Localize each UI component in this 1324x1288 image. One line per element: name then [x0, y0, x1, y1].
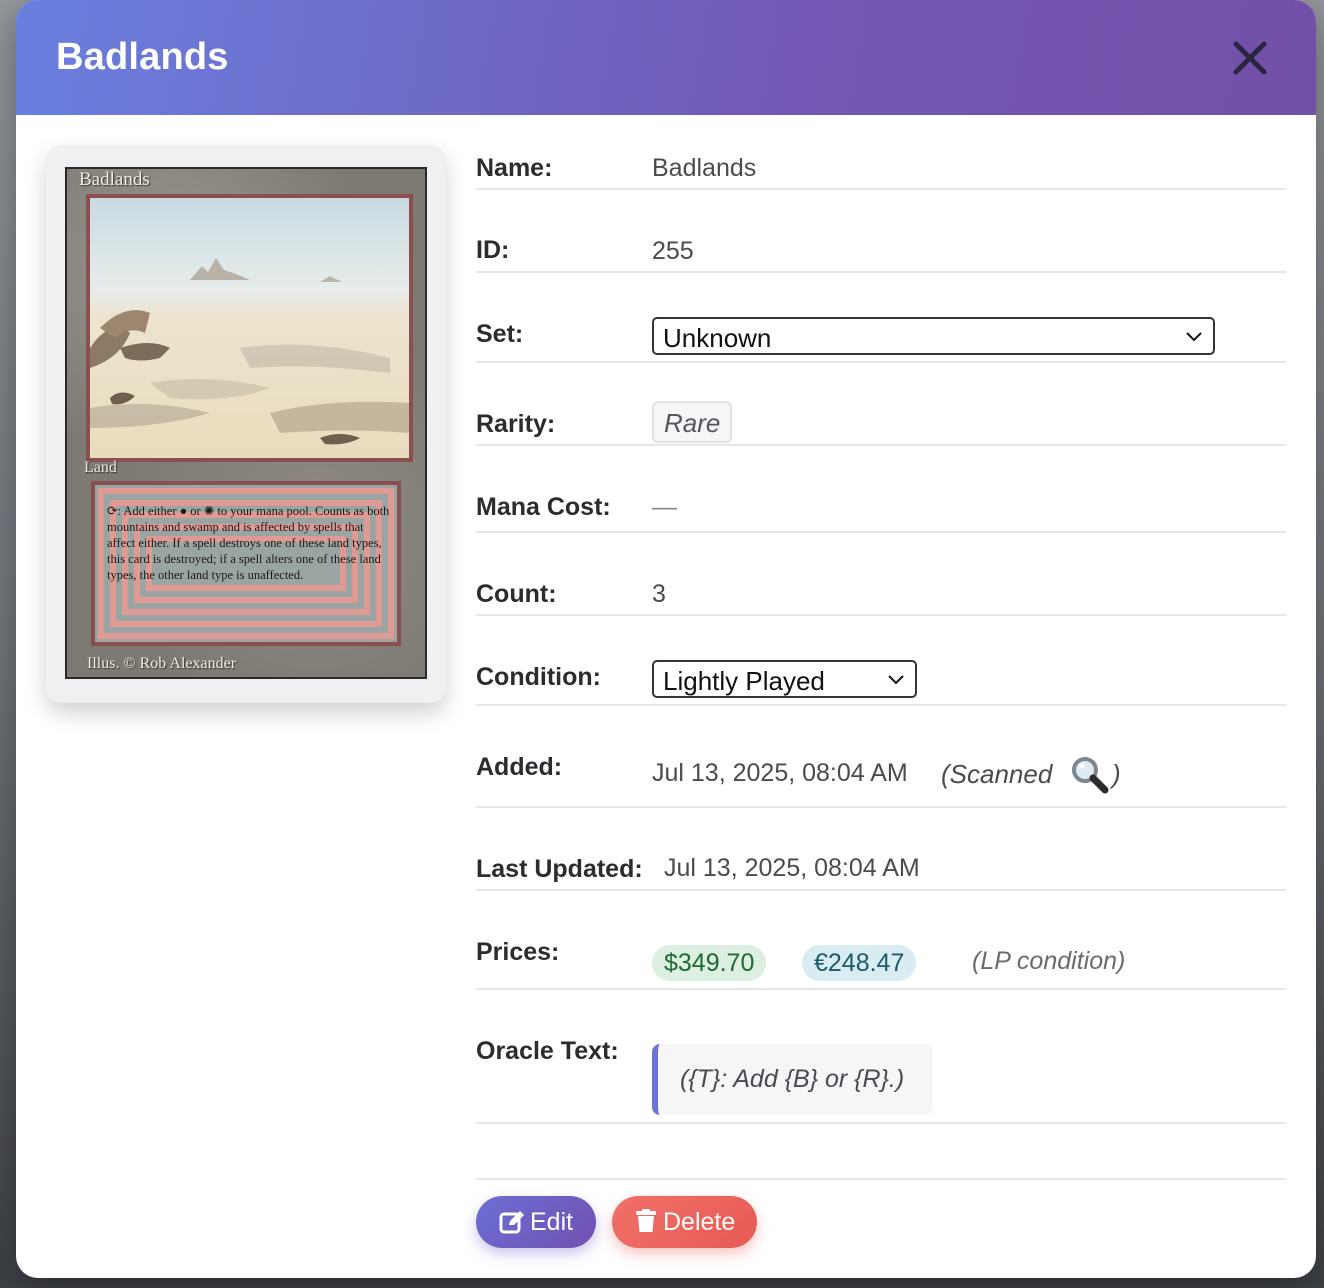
set-select[interactable]: Unknown [652, 317, 1215, 355]
card-image-frame: Badlands Land ⟳: Add either ● or ✺ to yo… [46, 145, 446, 703]
last-updated-label: Last Updated: [476, 855, 643, 883]
card-image-type: Land [84, 459, 117, 476]
magnifier-icon [1069, 754, 1109, 799]
id-value: 255 [652, 237, 694, 265]
added-scanned-note-end: ) [1112, 759, 1121, 789]
rarity-badge: Rare [652, 401, 733, 443]
price-condition-note: (LP condition) [972, 947, 1126, 975]
delete-button-label: Delete [663, 1208, 736, 1236]
card-image-name: Badlands [79, 169, 150, 190]
condition-label: Condition: [476, 663, 601, 691]
oracle-text-label: Oracle Text: [476, 1037, 619, 1065]
detail-row-set: Set: Unknown [476, 273, 1286, 363]
card-image: Badlands Land ⟳: Add either ● or ✺ to yo… [65, 167, 427, 679]
card-rules-box: ⟳: Add either ● or ✺ to your mana pool. … [91, 481, 401, 646]
card-illustrator: Illus. © Rob Alexander [87, 655, 237, 672]
detail-row-rarity: Rarity: Rare [476, 363, 1286, 446]
prices-label: Prices: [476, 938, 560, 966]
added-scanned-note: (Scanned [941, 759, 1053, 789]
eur-price-badge: €248.47 [802, 945, 917, 981]
mana-cost-value: — [652, 493, 677, 521]
condition-select-value: Lightly Played [663, 666, 825, 696]
name-label: Name: [476, 154, 553, 182]
detail-row-count: Count: 3 [476, 533, 1286, 616]
card-artwork [86, 194, 413, 462]
last-updated-value: Jul 13, 2025, 08:04 AM [664, 854, 920, 882]
added-value: Jul 13, 2025, 08:04 AM [652, 759, 908, 787]
condition-select[interactable]: Lightly Played [652, 660, 917, 698]
modal-header: Badlands [16, 0, 1316, 115]
trash-icon [636, 1209, 656, 1240]
usd-price-badge: $349.70 [652, 945, 767, 981]
name-value: Badlands [652, 154, 757, 182]
detail-row-name: Name: Badlands [476, 145, 1286, 190]
oracle-text-value: ({T}: Add {B} or {R}.) [680, 1065, 905, 1093]
count-label: Count: [476, 580, 557, 608]
mana-cost-label: Mana Cost: [476, 493, 611, 521]
edit-button[interactable]: Edit [476, 1196, 596, 1248]
rarity-label: Rarity: [476, 410, 556, 438]
actions-divider [476, 1178, 1286, 1180]
detail-row-mana-cost: Mana Cost: — [476, 446, 1286, 533]
edit-button-label: Edit [530, 1208, 574, 1236]
detail-row-last-updated: Last Updated: Jul 13, 2025, 08:04 AM [476, 808, 1286, 891]
card-detail-modal: Badlands Badlands Land ⟳: Add either ● o… [16, 0, 1316, 1278]
detail-row-id: ID: 255 [476, 190, 1286, 273]
close-icon[interactable] [1230, 38, 1270, 78]
card-rules-text: ⟳: Add either ● or ✺ to your mana pool. … [107, 504, 390, 582]
count-value: 3 [652, 580, 666, 608]
chevron-down-icon [888, 675, 904, 685]
edit-icon [499, 1210, 525, 1241]
detail-row-added: Added: Jul 13, 2025, 08:04 AM (Scanned ) [476, 706, 1286, 808]
oracle-text-box: ({T}: Add {B} or {R}.) [652, 1044, 933, 1115]
added-label: Added: [476, 753, 563, 781]
delete-button[interactable]: Delete [612, 1196, 757, 1248]
chevron-down-icon [1186, 332, 1202, 342]
set-select-value: Unknown [663, 323, 772, 353]
modal-title: Badlands [56, 36, 229, 78]
set-label: Set: [476, 320, 524, 348]
detail-row-prices: Prices: $349.70 €248.47 (LP condition) [476, 891, 1286, 990]
detail-row-oracle-text: Oracle Text: ({T}: Add {B} or {R}.) [476, 990, 1286, 1124]
id-label: ID: [476, 236, 510, 264]
detail-row-condition: Condition: Lightly Played [476, 616, 1286, 706]
